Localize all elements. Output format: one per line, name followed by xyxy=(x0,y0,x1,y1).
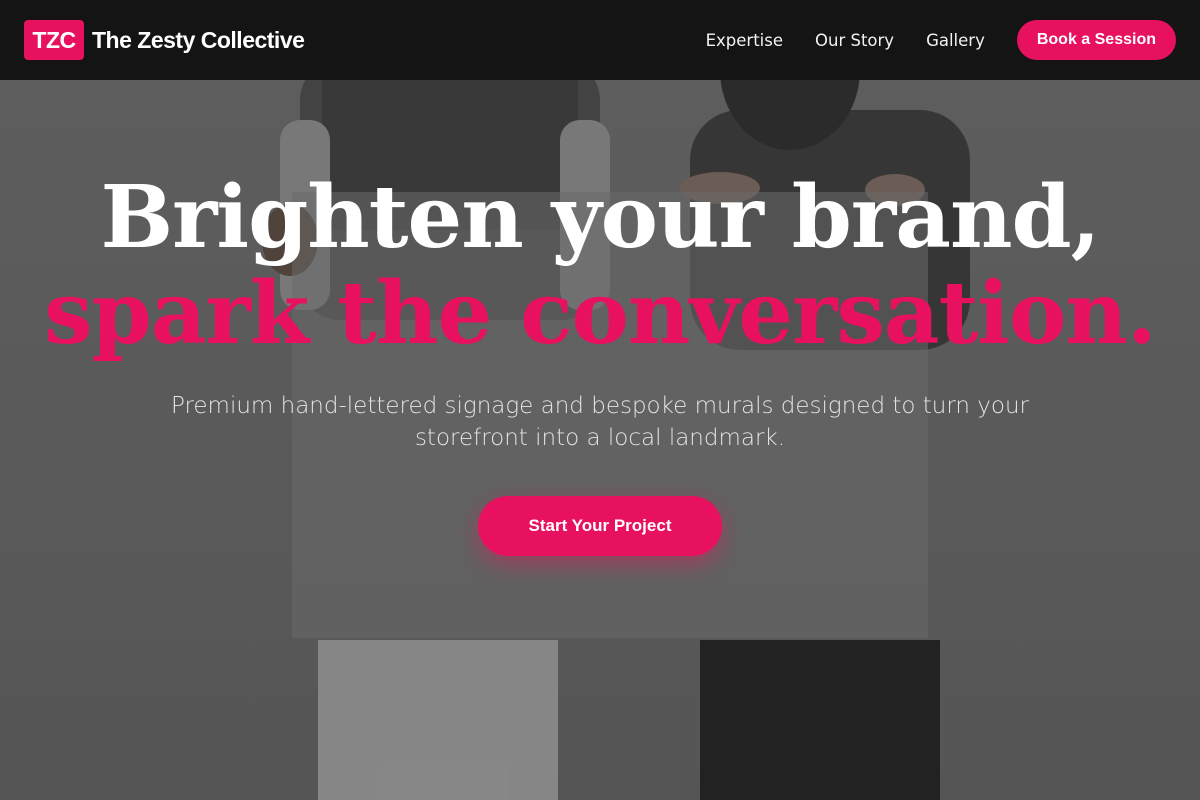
nav-menu: Expertise Our Story Gallery Book a Sessi… xyxy=(706,20,1176,60)
nav-link-expertise[interactable]: Expertise xyxy=(706,31,783,50)
hero-subheadline: Premium hand-lettered signage and bespok… xyxy=(170,393,1030,451)
tzc-logo-badge-icon[interactable]: TZC xyxy=(24,20,84,60)
brand[interactable]: TZC The Zesty Collective xyxy=(24,20,305,60)
hero-section: Brighten your brand, spark the conversat… xyxy=(0,160,1200,556)
headline-accent-text: spark the conversation. xyxy=(44,263,1157,364)
start-project-button[interactable]: Start Your Project xyxy=(478,496,722,556)
brand-name[interactable]: The Zesty Collective xyxy=(92,27,305,54)
nav-link-gallery[interactable]: Gallery xyxy=(926,31,985,50)
book-session-button[interactable]: Book a Session xyxy=(1016,20,1176,60)
hero-headline: Brighten your brand, spark the conversat… xyxy=(0,170,1200,362)
navbar: TZC The Zesty Collective Expertise Our S… xyxy=(0,0,1200,80)
headline-white-text: Brighten your brand, xyxy=(100,167,1100,268)
nav-link-our-story[interactable]: Our Story xyxy=(815,31,894,50)
